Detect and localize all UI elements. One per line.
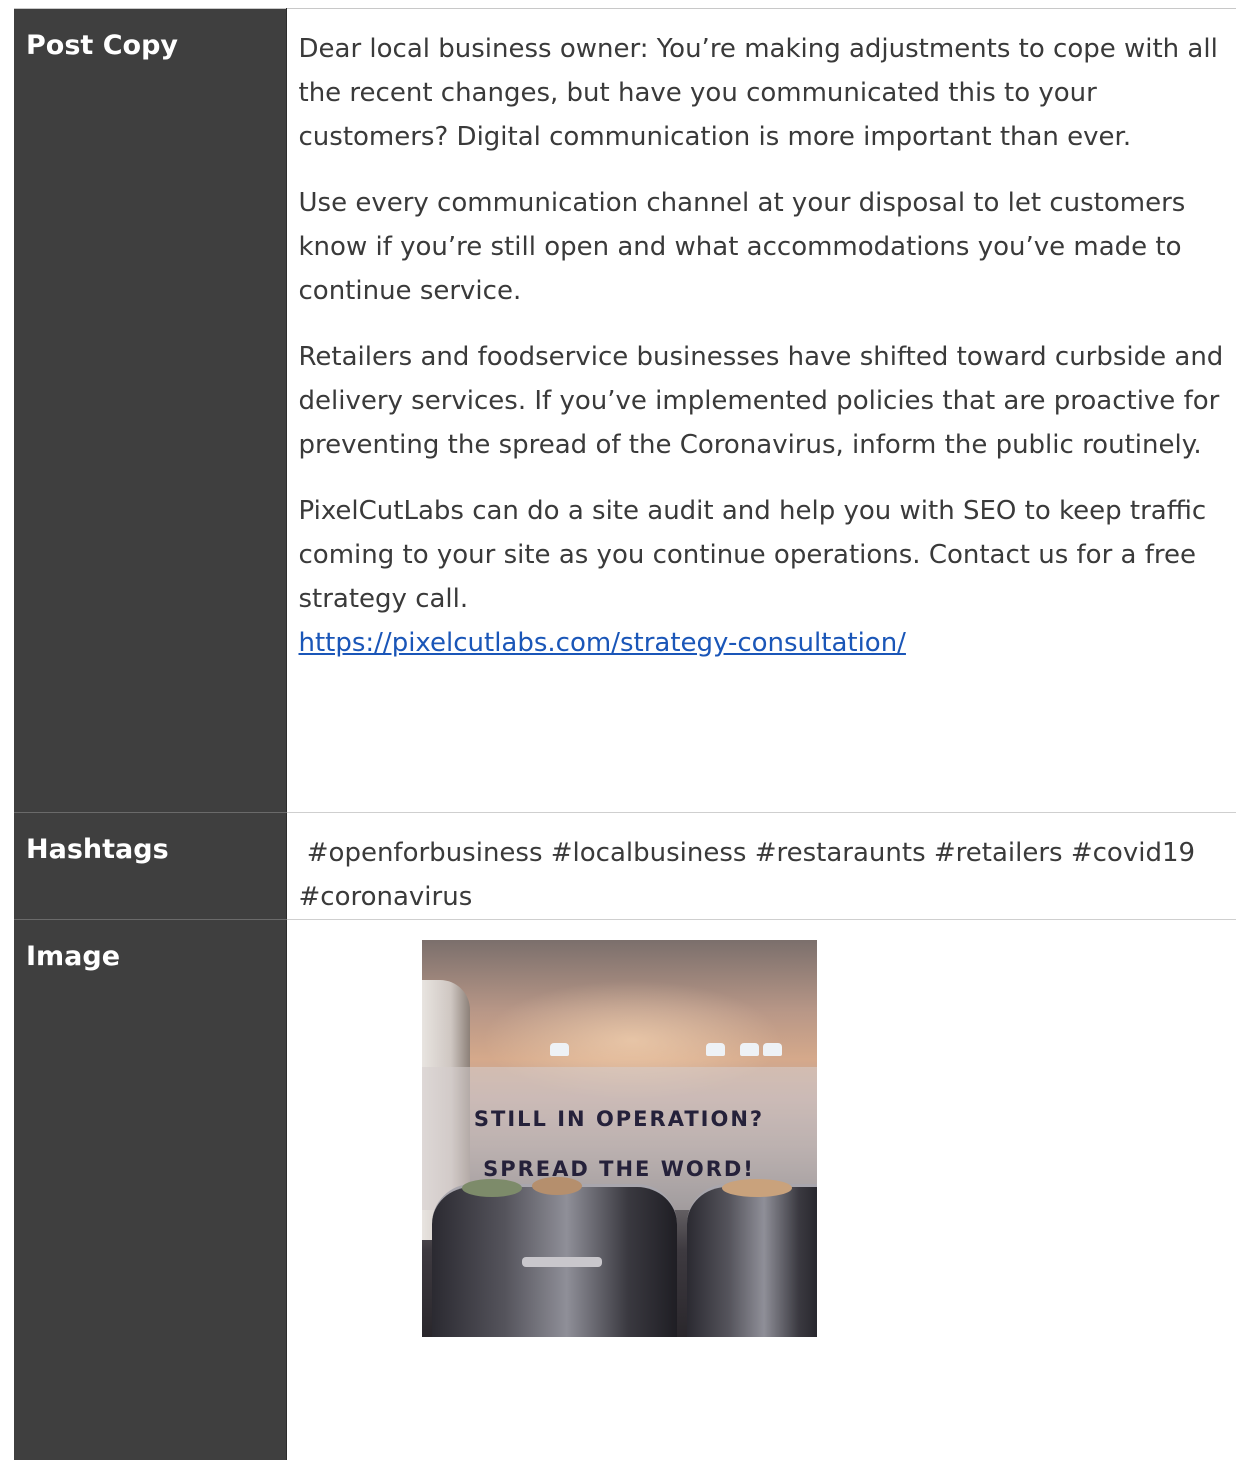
image-label: Image [14, 919, 287, 1460]
kitchen-lamp-3 [739, 1043, 759, 1056]
food-garnish-2 [531, 1177, 582, 1195]
post-copy-paragraph-1: Dear local business owner: You’re making… [298, 34, 1227, 152]
hashtags-value: #openforbusiness #localbusiness #restara… [286, 812, 1236, 920]
image-row: Image STILL IN OPERATION? SPREAD THE WOR… [14, 919, 1236, 1460]
post-copy-paragraph-3: Retailers and foodservice businesses hav… [298, 342, 1232, 460]
post-copy-value: Dear local business owner: You’re making… [286, 8, 1236, 813]
promo-image: STILL IN OPERATION? SPREAD THE WORD! [421, 940, 817, 1337]
hashtags-label: Hashtags [14, 812, 287, 920]
image-value: STILL IN OPERATION? SPREAD THE WORD! [286, 920, 1236, 1460]
promo-headline-line-1: STILL IN OPERATION? [473, 1107, 765, 1131]
hashtags-row: Hashtags #openforbusiness #localbusiness… [14, 812, 1236, 920]
post-copy-paragraph-4: PixelCutLabs can do a site audit and hel… [298, 496, 1215, 614]
food-garnish-3 [721, 1179, 792, 1197]
post-copy-row: Post Copy Dear local business owner: You… [14, 8, 1236, 813]
post-plan-table: Post Copy Dear local business owner: You… [14, 8, 1236, 1460]
hashtags-text: #openforbusiness #localbusiness #restara… [298, 838, 1204, 912]
food-garnish-1 [461, 1179, 522, 1197]
post-copy-paragraph-2: Use every communication channel at your … [298, 188, 1194, 306]
pot-handle [521, 1257, 602, 1267]
kitchen-lamp-1 [549, 1043, 569, 1056]
kitchen-lamp-4 [762, 1043, 782, 1056]
cooking-pot-right [686, 1184, 817, 1337]
kitchen-lamp-2 [705, 1043, 725, 1056]
strategy-consultation-link[interactable]: https://pixelcutlabs.com/strategy-consul… [299, 621, 1231, 665]
post-copy-label: Post Copy [14, 8, 287, 813]
